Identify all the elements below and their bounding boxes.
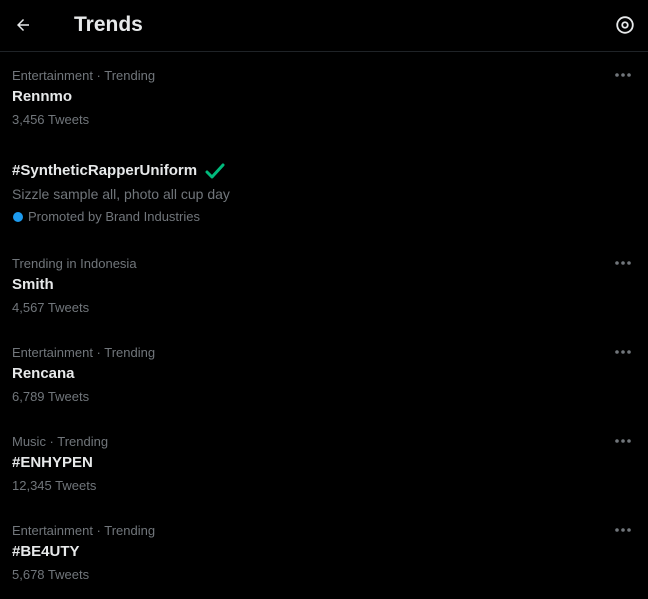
- trend-context: Entertainment · Trending: [12, 345, 156, 360]
- trend-name: #BE4UTY: [12, 543, 80, 560]
- promoted-hashtag: #SyntheticRapperUniform: [12, 162, 225, 179]
- trend-tweet-count: 12,345 Tweets: [12, 478, 97, 493]
- more-options-button[interactable]: [612, 254, 634, 272]
- trend-tweet-count: 6,789 Tweets: [12, 389, 90, 404]
- gear-icon: [616, 16, 634, 34]
- settings-button[interactable]: [610, 10, 640, 40]
- check-icon: [205, 163, 225, 179]
- more-options-button[interactable]: [612, 66, 634, 84]
- trend-item[interactable]: Entertainment · Trending Rencana 6,789 T…: [0, 345, 648, 405]
- trend-context: Music · Trending: [12, 434, 109, 449]
- more-options-button[interactable]: [612, 343, 634, 361]
- trend-name: Rennmo: [12, 88, 72, 105]
- trend-tweet-count: 4,567 Tweets: [12, 300, 90, 315]
- trend-name: #ENHYPEN: [12, 454, 93, 471]
- more-horizontal-icon: [615, 261, 631, 265]
- page-title: Trends: [74, 13, 143, 36]
- more-horizontal-icon: [615, 439, 631, 443]
- more-horizontal-icon: [615, 73, 631, 77]
- trend-item[interactable]: Entertainment · Trending Rennmo 3,456 Tw…: [0, 68, 648, 128]
- trend-item[interactable]: Music · Trending #ENHYPEN 12,345 Tweets: [0, 434, 648, 494]
- more-options-button[interactable]: [612, 521, 634, 539]
- trend-context: Trending in Indonesia: [12, 256, 137, 271]
- trend-tweet-count: 5,678 Tweets: [12, 567, 90, 582]
- more-horizontal-icon: [615, 528, 631, 532]
- trend-item[interactable]: Entertainment · Trending #BE4UTY 5,678 T…: [0, 523, 648, 583]
- more-options-button[interactable]: [612, 432, 634, 450]
- promoted-by: Promoted by Brand Industries: [12, 209, 200, 224]
- trend-context: Entertainment · Trending: [12, 523, 156, 538]
- promoted-hashtag-text: #SyntheticRapperUniform: [12, 162, 198, 179]
- promoted-description: Sizzle sample all, photo all cup day: [12, 186, 230, 202]
- trend-tweet-count: 3,456 Tweets: [12, 112, 90, 127]
- promoted-icon: [13, 211, 23, 222]
- promoted-trend[interactable]: #SyntheticRapperUniform Sizzle sample al…: [0, 158, 648, 230]
- more-horizontal-icon: [615, 350, 631, 354]
- arrow-left-icon: [17, 19, 29, 31]
- trend-name: Rencana: [12, 365, 75, 382]
- trend-item[interactable]: Trending in Indonesia Smith 4,567 Tweets: [0, 256, 648, 316]
- trend-name: Smith: [12, 276, 54, 293]
- promoted-by-text: Promoted by Brand Industries: [28, 209, 200, 224]
- back-button[interactable]: [8, 10, 38, 40]
- trend-context: Entertainment · Trending: [12, 68, 156, 83]
- top-app-bar: Trends: [0, 0, 648, 52]
